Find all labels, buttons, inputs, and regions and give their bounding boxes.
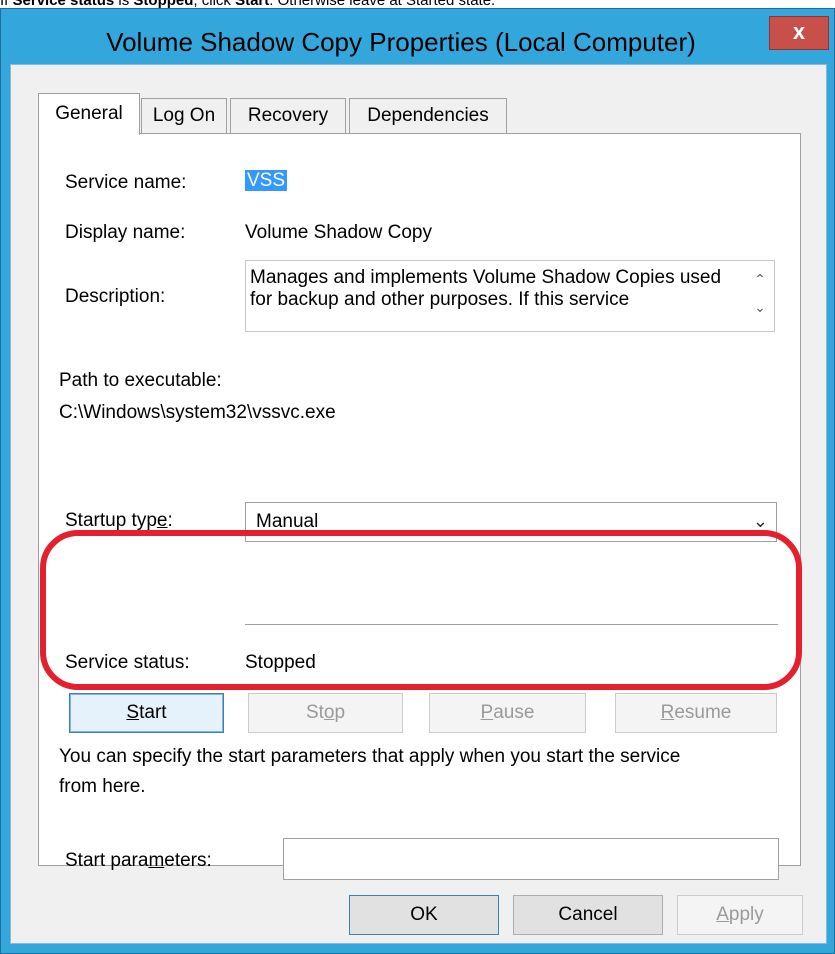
cancel-button[interactable]: Cancel	[513, 895, 663, 935]
scroll-up-icon[interactable]: ⌃	[750, 269, 770, 289]
description-scrollbar[interactable]: ⌃ ⌄	[746, 261, 774, 331]
caption-text: is	[114, 0, 133, 8]
label-accelerator: e	[156, 510, 168, 531]
path-label: Path to executable:	[59, 370, 222, 391]
display-name-label: Display name:	[65, 222, 186, 243]
window-title: Volume Shadow Copy Properties (Local Com…	[106, 27, 696, 57]
caption-text: , click	[193, 0, 235, 8]
caption-bold: Stopped	[133, 0, 193, 8]
tab-log-on[interactable]: Log On	[141, 98, 227, 134]
start-button[interactable]: Start	[69, 693, 224, 733]
label-text: :	[167, 510, 173, 531]
button-accelerator: R	[660, 702, 675, 723]
button-label: pply	[728, 904, 764, 925]
info-text-line-2: from here.	[59, 776, 146, 797]
start-parameters-label: Start parameters:	[65, 850, 212, 872]
button-label: ause	[493, 702, 535, 723]
path-value: C:\Windows\system32\vssvc.exe	[59, 402, 336, 423]
label-accelerator: m	[148, 850, 165, 871]
description-text: Manages and implements Volume Shadow Cop…	[250, 267, 722, 310]
close-icon: x	[792, 19, 806, 44]
button-label: tart	[139, 702, 167, 723]
label-text: Startup typ	[65, 510, 157, 531]
caption-text: If	[0, 0, 13, 8]
button-accelerator: o	[323, 702, 335, 723]
description-label: Description:	[65, 286, 166, 307]
dialog-window: Volume Shadow Copy Properties (Local Com…	[0, 8, 835, 954]
pause-button[interactable]: Pause	[429, 693, 586, 733]
tab-general[interactable]: General	[38, 93, 140, 135]
tab-label: Dependencies	[367, 105, 489, 126]
tab-label: General	[55, 103, 123, 124]
label-text: Start para	[65, 850, 149, 871]
button-label: p	[334, 702, 346, 723]
service-name-text: VSS	[245, 170, 288, 191]
tab-label: Log On	[152, 105, 216, 126]
label-text: eters:	[164, 850, 212, 871]
startup-type-label: Startup type:	[65, 510, 173, 532]
button-accelerator: P	[480, 702, 494, 723]
stop-button[interactable]: Stop	[248, 693, 403, 733]
start-parameters-input[interactable]	[283, 838, 779, 880]
service-status-value: Stopped	[245, 652, 316, 673]
caption-text: . Otherwise leave at Started state.	[269, 0, 495, 8]
title-bar[interactable]: Volume Shadow Copy Properties (Local Com…	[1, 9, 834, 71]
scroll-down-icon[interactable]: ⌄	[750, 297, 770, 317]
ok-button[interactable]: OK	[349, 895, 499, 935]
tab-recovery[interactable]: Recovery	[230, 98, 346, 134]
general-tab-panel: Service name: VSS Display name: Volume S…	[38, 133, 801, 880]
info-text-line-1: You can specify the start parameters tha…	[59, 746, 681, 767]
startup-type-select[interactable]: Manual ⌄	[245, 502, 777, 542]
startup-type-value: Manual	[256, 511, 319, 532]
description-box[interactable]: Manages and implements Volume Shadow Cop…	[245, 260, 775, 332]
button-accelerator: A	[716, 904, 729, 925]
chevron-down-icon: ⌄	[752, 511, 768, 531]
service-status-label: Service status:	[65, 652, 190, 673]
instruction-caption: If Service status is Stopped, click Star…	[0, 0, 835, 8]
service-name-value[interactable]: VSS	[245, 170, 288, 192]
status-separator	[245, 624, 778, 625]
service-name-label: Service name:	[65, 172, 187, 193]
button-label: St	[305, 702, 324, 723]
tab-dependencies[interactable]: Dependencies	[349, 98, 507, 134]
button-accelerator: S	[126, 702, 140, 723]
display-name-value: Volume Shadow Copy	[245, 222, 432, 243]
dialog-client-area: General Log On Recovery Dependencies Ser…	[10, 64, 827, 944]
caption-bold: Service status	[13, 0, 115, 8]
caption-bold: Start	[235, 0, 269, 8]
apply-button[interactable]: Apply	[677, 895, 803, 935]
resume-button[interactable]: Resume	[615, 693, 777, 733]
tab-label: Recovery	[247, 105, 329, 126]
close-button[interactable]: x	[769, 16, 829, 50]
button-label: esume	[674, 702, 732, 723]
